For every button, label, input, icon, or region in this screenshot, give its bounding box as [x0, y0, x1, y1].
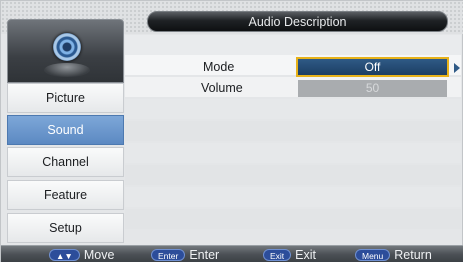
hint-move: ▲▼ Move [49, 248, 114, 262]
hint-enter: Enter Enter [151, 248, 219, 262]
exit-key-badge: Exit [263, 249, 292, 261]
title-bar: Audio Description [147, 11, 448, 32]
tv-osd-screen: Audio Description Picture Sound Channel … [0, 0, 463, 262]
arrow-keys-badge: ▲▼ [49, 249, 80, 261]
row-stripe [125, 121, 461, 141]
hint-label: Enter [189, 248, 220, 262]
row-stripe [125, 165, 461, 185]
row-stripe [125, 99, 461, 119]
menu-key-badge: Menu [355, 249, 391, 261]
hint-label: Exit [295, 248, 317, 262]
row-stripe [125, 35, 461, 55]
hint-return: Menu Return [355, 248, 432, 262]
sidebar-item-feature[interactable]: Feature [7, 180, 124, 210]
hint-label: Return [394, 248, 432, 262]
settings-panel: Mode Off Volume 50 [125, 35, 461, 241]
sidebar-item-channel[interactable]: Channel [7, 147, 124, 177]
mode-select[interactable]: Off [296, 57, 449, 77]
hint-exit: Exit Exit [263, 248, 316, 262]
sidebar-item-picture[interactable]: Picture [7, 83, 124, 113]
sidebar-item-sound[interactable]: Sound [7, 115, 124, 145]
row-stripe [125, 187, 461, 207]
sidebar-item-setup[interactable]: Setup [7, 213, 124, 243]
chevron-right-icon[interactable] [454, 63, 460, 73]
row-stripe [125, 143, 461, 163]
sidebar-logo-panel [7, 19, 124, 83]
hint-label: Move [83, 248, 115, 262]
row-stripe [125, 209, 461, 229]
mode-label: Mode [203, 60, 235, 74]
page-title: Audio Description [248, 15, 347, 29]
volume-label: Volume [201, 81, 243, 95]
enter-key-badge: Enter [151, 249, 186, 261]
sidebar: Picture Sound Channel Feature Setup [7, 19, 124, 244]
footer-hints: ▲▼ Move Enter Enter Exit Exit Menu Retur… [1, 245, 463, 262]
logo-reflection [44, 63, 90, 77]
volume-value: 50 [298, 80, 447, 97]
speaker-icon [53, 33, 81, 61]
